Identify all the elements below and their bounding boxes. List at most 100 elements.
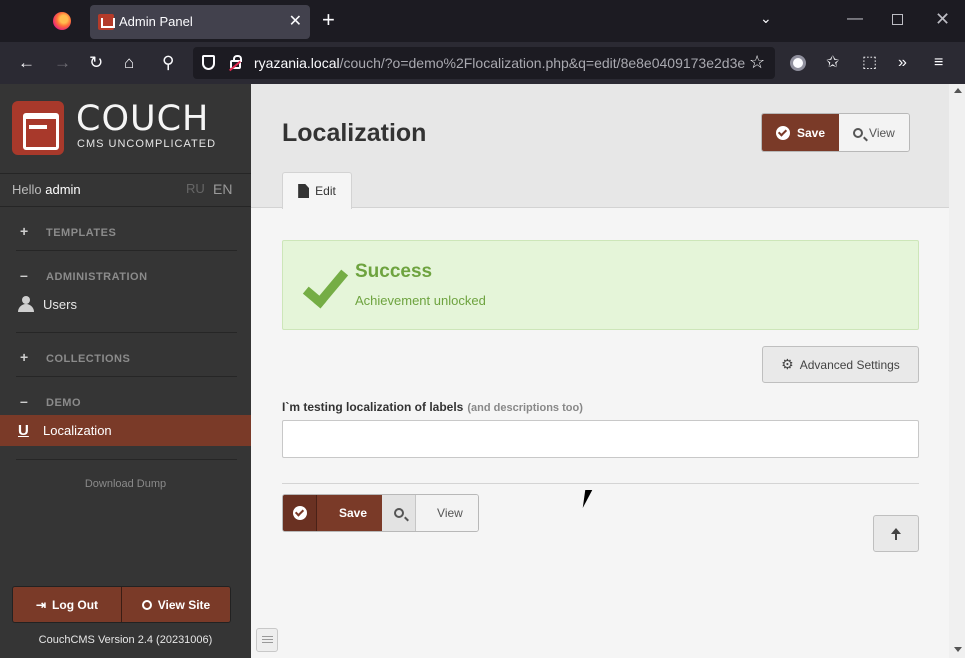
checkmark-icon [299,267,343,307]
pocket-icon[interactable]: ✩ [826,53,839,73]
star-icon[interactable]: ☆ [749,52,765,73]
footer-button-group: Save View [282,494,479,532]
firefox-icon[interactable] [53,12,71,30]
url-host: ryazania.local [254,55,340,71]
couch-logo-icon[interactable] [12,101,64,155]
minimize-icon[interactable]: — [847,10,863,28]
menu-icon[interactable]: ≡ [934,53,943,73]
extension-icon[interactable]: ⬚ [862,53,877,73]
mouse-cursor-icon [582,490,600,508]
browser-navbar: ← → ↻ ⌂ ⚲ ryazania.local/couch/?o=demo%2… [0,42,965,84]
field-label: I`m testing localization of labels (and d… [282,400,583,414]
tab-label: Edit [315,184,336,198]
sidebar: COUCH CMS UNCOMPLICATED Hello admin RU E… [0,84,251,658]
group-label: ADMINISTRATION [46,271,148,283]
plus-icon[interactable]: + [322,8,335,32]
header-button-group: Save View [761,113,910,152]
search-icon [853,127,864,138]
view-button[interactable]: View [839,114,909,151]
search-icon[interactable]: ⚲ [162,53,174,73]
group-demo[interactable]: – DEMO [20,393,81,413]
download-dump-link[interactable]: Download Dump [0,478,251,490]
success-alert: Success Achievement unlocked [282,240,919,330]
collapse-icon: – [20,267,29,283]
logout-label: Log Out [52,597,99,612]
browser-tab[interactable]: Admin Panel ✕ [90,5,310,39]
alert-title: Success [355,261,433,282]
divider [16,376,237,377]
alert-message: Achievement unlocked [355,293,486,308]
view-label: View [437,506,463,520]
home-icon[interactable]: ⌂ [124,53,134,73]
sidebar-item-users[interactable]: Users [0,289,251,320]
advanced-settings-button[interactable]: ⚙ Advanced Settings [762,346,919,383]
arrow-up-icon [891,527,901,540]
tab-edit[interactable]: Edit [282,172,352,209]
divider [0,173,251,174]
check-icon [776,125,790,140]
lock-icon[interactable] [230,55,242,69]
divider [16,459,237,460]
user-icon [18,296,34,312]
scroll-down-icon[interactable] [954,647,962,652]
hello-label: Hello [12,182,42,197]
page-header: Localization Save View Edit [251,84,949,209]
forward-icon[interactable]: → [54,53,71,73]
localization-text-field[interactable] [282,420,919,458]
group-administration[interactable]: – ADMINISTRATION [20,267,148,287]
version-text: CouchCMS Version 2.4 (20231006) [38,634,213,646]
lang-ru[interactable]: RU [186,181,205,196]
template-icon: U [18,422,29,439]
save-label: Save [797,125,826,140]
hello-text: Hello admin [12,182,81,197]
divider [16,250,237,251]
view-label: View [869,125,895,140]
save-button[interactable]: Save [762,114,840,151]
logout-button[interactable]: ⇥ Log Out [13,587,121,622]
username: admin [45,182,81,197]
account-icon[interactable] [790,55,806,71]
search-icon [141,599,152,610]
overflow-icon[interactable]: » [898,53,907,73]
field-description: (and descriptions too) [467,402,583,414]
sidebar-button-group: ⇥ Log Out View Site [12,586,231,623]
expand-icon: + [20,223,29,239]
group-label: DEMO [46,397,81,409]
logo-subtitle: CMS UNCOMPLICATED [77,138,217,150]
chevron-down-icon[interactable]: ⌄ [760,10,772,27]
view-button-bottom[interactable]: View [382,495,478,531]
sidebar-item-label: Localization [43,423,112,438]
save-button-bottom[interactable]: Save [283,495,383,531]
check-icon [283,495,317,531]
window-close-icon[interactable]: ✕ [935,9,950,30]
page-title: Localization [282,119,427,147]
group-collections[interactable]: + COLLECTIONS [20,349,130,369]
document-icon [298,184,310,198]
tab-title: Admin Panel [119,14,193,29]
search-icon [382,495,417,531]
sidebar-item-localization[interactable]: U Localization [0,415,251,446]
page-scrollbar[interactable] [949,84,965,658]
scroll-to-top-button[interactable] [873,515,919,552]
expand-icon: + [20,349,29,365]
drag-handle-icon[interactable] [256,628,278,652]
view-site-button[interactable]: View Site [121,587,230,622]
divider [0,206,251,207]
url-bar[interactable]: ryazania.local/couch/?o=demo%2Flocalizat… [193,47,775,79]
close-icon[interactable]: ✕ [289,11,302,31]
maximize-icon[interactable] [892,14,903,25]
field-label-text: I`m testing localization of labels [282,400,464,414]
group-templates[interactable]: + TEMPLATES [20,223,116,243]
view-site-label: View Site [157,597,211,612]
scroll-up-icon[interactable] [954,88,962,93]
url-text[interactable]: ryazania.local/couch/?o=demo%2Flocalizat… [254,55,745,71]
couch-favicon-icon [98,14,115,30]
back-icon[interactable]: ← [18,53,35,73]
reload-icon[interactable]: ↻ [89,53,103,73]
browser-tabbar: Admin Panel ✕ + ⌄ — ✕ [0,0,965,42]
main-content: Localization Save View Edit Success Achi… [251,84,949,658]
lang-en[interactable]: EN [213,181,232,197]
gear-icon: ⚙ [781,356,794,372]
group-label: COLLECTIONS [46,353,131,365]
shield-icon[interactable] [202,55,215,70]
